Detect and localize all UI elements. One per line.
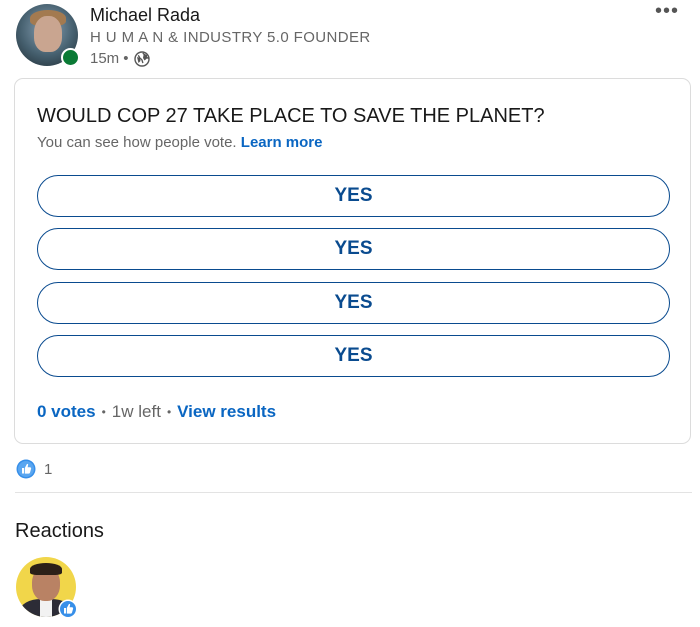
post-meta: 15m • — [90, 50, 151, 67]
votes-count-link[interactable]: 0 votes — [37, 402, 96, 422]
post-page: Michael Rada H U M A N & INDUSTRY 5.0 FO… — [0, 0, 700, 627]
footer-separator: • — [166, 405, 172, 419]
meta-separator: • — [123, 50, 129, 67]
reactions-heading: Reactions — [15, 520, 104, 542]
poll-visibility-note: You can see how people vote. — [37, 134, 237, 151]
section-divider — [15, 492, 692, 493]
social-counts[interactable]: 1 — [16, 459, 52, 479]
poll-option-button[interactable]: YES — [37, 282, 670, 324]
view-results-link[interactable]: View results — [177, 402, 276, 422]
globe-icon — [134, 50, 151, 67]
poll-option-button[interactable]: YES — [37, 175, 670, 217]
reactor-item[interactable] — [16, 557, 78, 619]
poll-question: WOULD COP 27 TAKE PLACE TO SAVE THE PLAN… — [37, 105, 545, 127]
like-icon — [58, 599, 78, 619]
post-time: 15m — [90, 50, 120, 67]
online-status-indicator — [61, 48, 80, 67]
footer-separator: • — [101, 405, 106, 419]
like-icon — [16, 459, 36, 479]
avatar-face — [34, 16, 62, 52]
learn-more-link[interactable]: Learn more — [241, 134, 323, 151]
poll-card: WOULD COP 27 TAKE PLACE TO SAVE THE PLAN… — [14, 78, 691, 444]
more-horizontal-icon[interactable]: ••• — [652, 1, 682, 24]
reaction-count: 1 — [44, 460, 53, 478]
post-author-header: Michael Rada H U M A N & INDUSTRY 5.0 FO… — [16, 1, 686, 70]
poll-option-button[interactable]: YES — [37, 335, 670, 377]
poll-subtext: You can see how people vote. Learn more — [37, 134, 322, 151]
poll-footer: 0 votes • 1w left • View results — [37, 402, 276, 422]
author-headline: H U M A N & INDUSTRY 5.0 FOUNDER — [90, 29, 371, 46]
author-name[interactable]: Michael Rada — [90, 5, 200, 26]
poll-option-button[interactable]: YES — [37, 228, 670, 270]
avatar-hair — [30, 563, 62, 575]
avatar-shirt — [40, 599, 52, 617]
poll-time-left: 1w left — [111, 402, 161, 421]
